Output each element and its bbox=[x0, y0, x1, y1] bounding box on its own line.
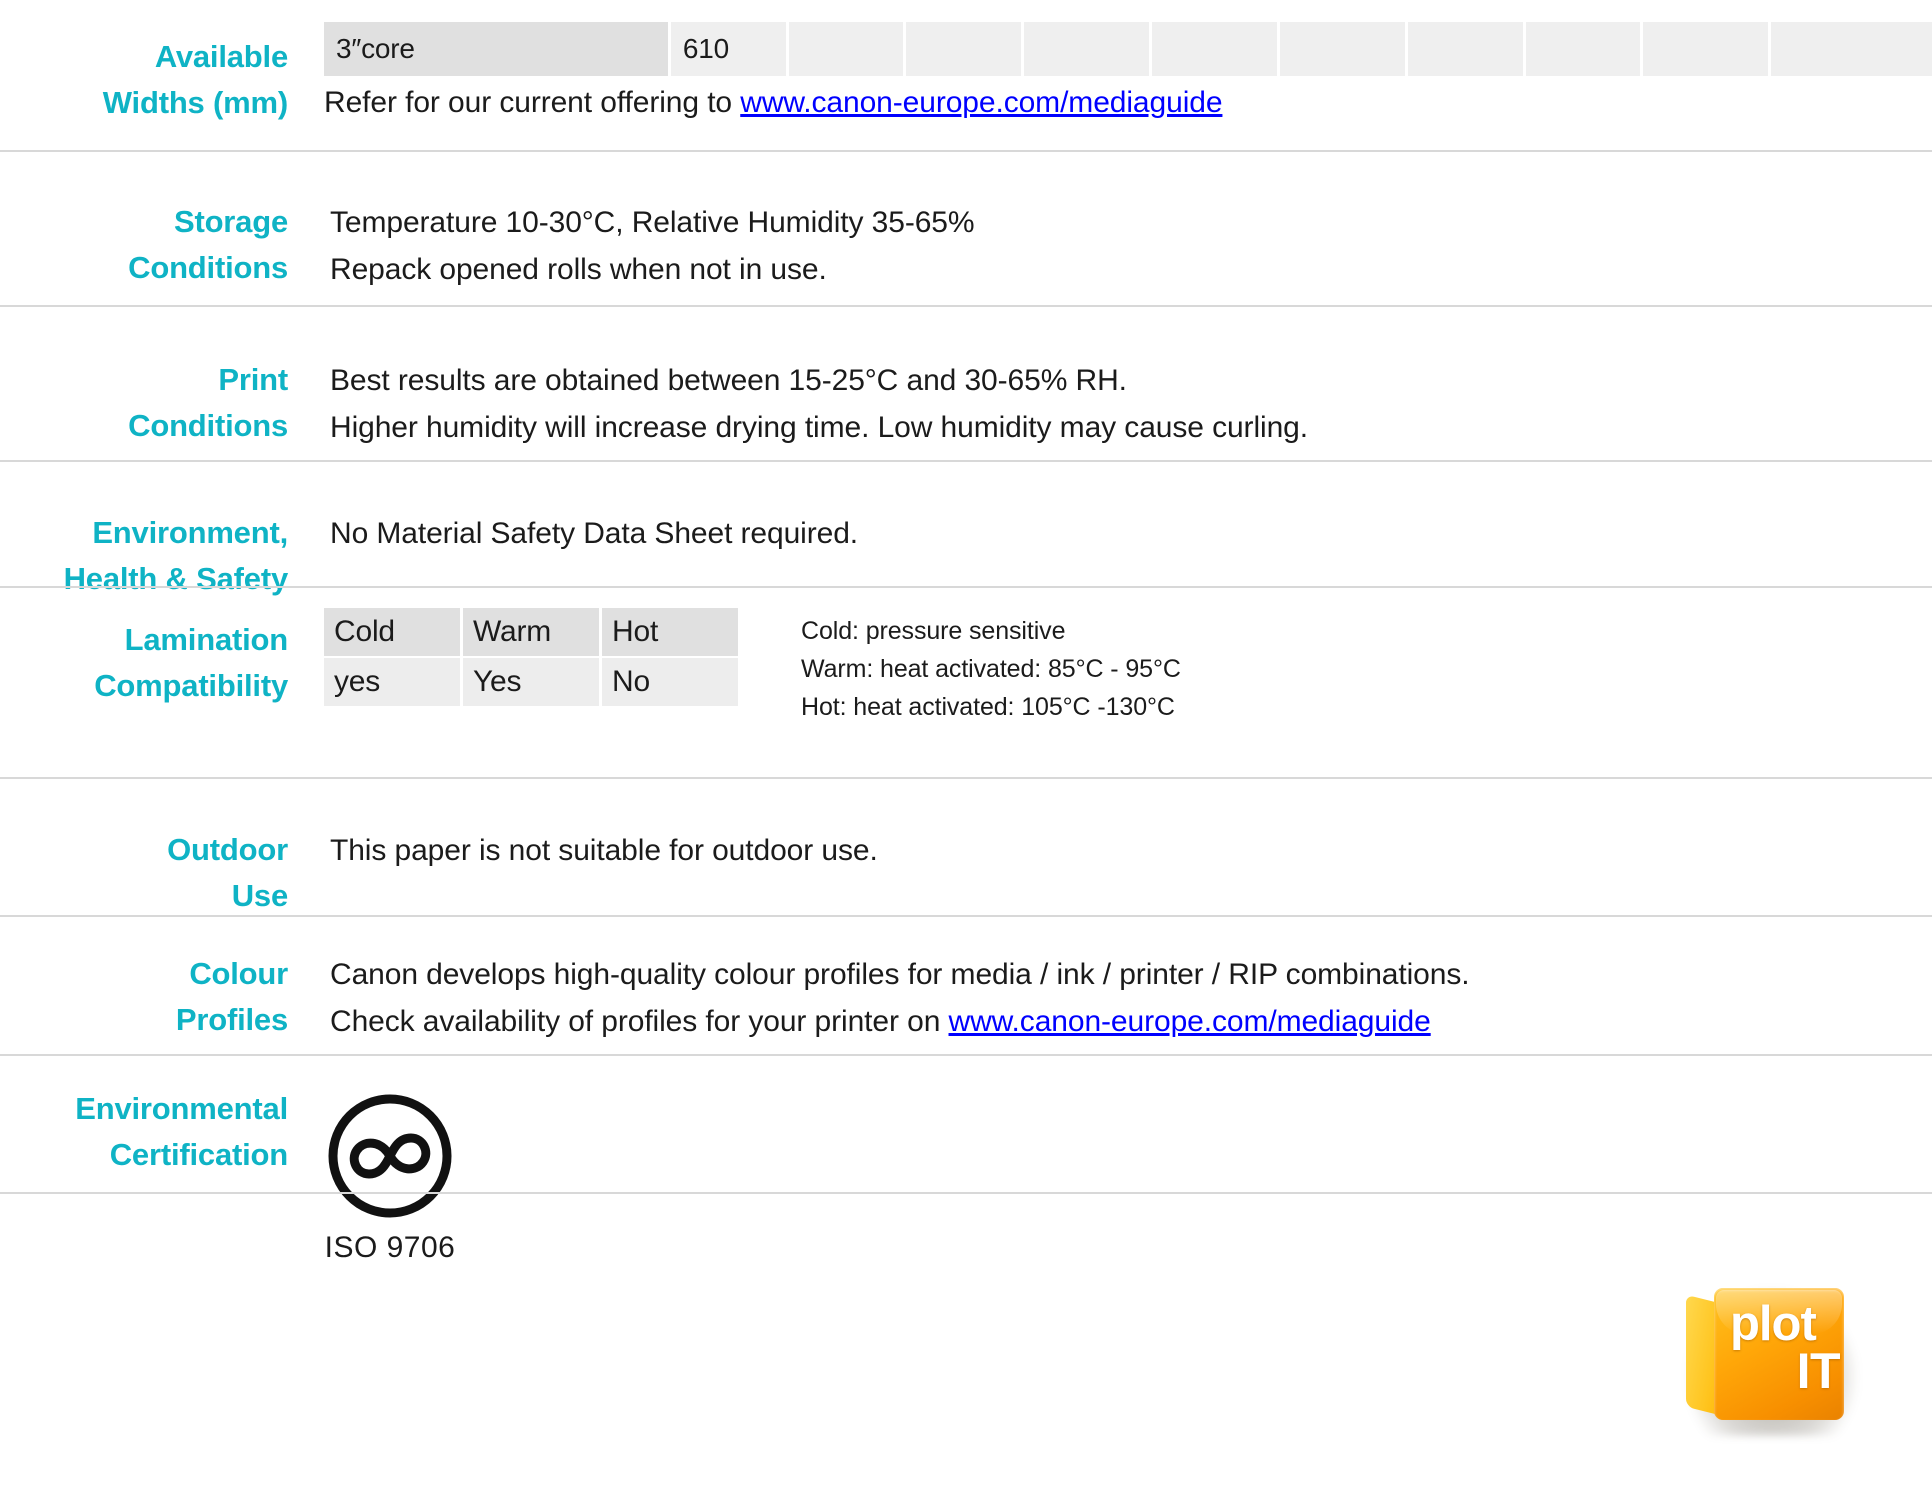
lam-header-hot: Hot bbox=[602, 608, 738, 656]
width-cell-2 bbox=[788, 22, 904, 76]
label-line-2: Certification bbox=[109, 1137, 288, 1172]
section-label-available-widths: Available Widths (mm) bbox=[0, 22, 288, 126]
section-lamination-compatibility: Lamination Compatibility Cold Warm Hot y… bbox=[0, 588, 1932, 779]
available-widths-note: Refer for our current offering to www.ca… bbox=[324, 79, 1932, 126]
label-line-1: Outdoor bbox=[167, 832, 288, 867]
table-header-row: Cold Warm Hot bbox=[324, 608, 738, 656]
logo-text-plot: plot bbox=[1730, 1297, 1817, 1351]
label-line-2: Use bbox=[231, 878, 288, 913]
label-line-2: Widths (mm) bbox=[102, 85, 288, 120]
section-label-storage-conditions: Storage Conditions bbox=[0, 199, 288, 291]
label-line-1: Print bbox=[218, 362, 288, 397]
mediaguide-link-widths[interactable]: www.canon-europe.com/mediaguide bbox=[740, 86, 1222, 119]
iso-caption: ISO 9706 bbox=[324, 1231, 456, 1264]
width-cell-9 bbox=[1643, 22, 1769, 76]
lam-header-cold: Cold bbox=[324, 608, 460, 656]
label-line-2: Compatibility bbox=[94, 668, 288, 703]
width-cell-3 bbox=[906, 22, 1021, 76]
lam-header-warm: Warm bbox=[463, 608, 599, 656]
section-storage-conditions: Storage Conditions Temperature 10-30°C, … bbox=[0, 152, 1932, 307]
section-content-storage-conditions: Temperature 10-30°C, Relative Humidity 3… bbox=[288, 199, 1932, 293]
media-specification-sheet: Available Widths (mm) 3″core 610 Refer f… bbox=[0, 0, 1932, 1503]
storage-line-1: Temperature 10-30°C, Relative Humidity 3… bbox=[330, 206, 975, 239]
colour-profiles-line-2: Check availability of profiles for your … bbox=[330, 998, 1932, 1045]
lam-value-hot: No bbox=[602, 658, 738, 706]
width-cell-7 bbox=[1407, 22, 1523, 76]
width-cell-1: 610 bbox=[670, 22, 786, 76]
section-outdoor-use: Outdoor Use This paper is not suitable f… bbox=[0, 779, 1932, 917]
section-environment-health-safety: Environment, Health & Safety No Material… bbox=[0, 462, 1932, 596]
logo-cube: plot IT bbox=[1680, 1278, 1856, 1430]
lamination-compatibility-table: Cold Warm Hot yes Yes No bbox=[321, 606, 741, 708]
section-colour-profiles: Colour Profiles Canon develops high-qual… bbox=[0, 917, 1932, 1056]
section-content-outdoor-use: This paper is not suitable for outdoor u… bbox=[288, 827, 1932, 874]
width-cell-4 bbox=[1023, 22, 1149, 76]
width-cell-10 bbox=[1771, 22, 1932, 76]
ehs-line-1: No Material Safety Data Sheet required. bbox=[330, 517, 859, 550]
label-line-1: Lamination bbox=[124, 622, 289, 657]
colour-profiles-line-1: Canon develops high-quality colour profi… bbox=[330, 958, 1470, 991]
label-line-2: Conditions bbox=[128, 250, 288, 285]
note-prefix-text: Refer for our current offering to bbox=[324, 86, 741, 119]
lam-value-cold: yes bbox=[324, 658, 460, 706]
label-line-2: Profiles bbox=[175, 1002, 288, 1037]
width-cell-8 bbox=[1525, 22, 1641, 76]
lamination-note-cold: Cold: pressure sensitive bbox=[801, 617, 1066, 645]
logo-text: plot IT bbox=[1726, 1297, 1844, 1399]
section-print-conditions: Print Conditions Best results are obtain… bbox=[0, 307, 1932, 462]
print-line-2: Higher humidity will increase drying tim… bbox=[330, 411, 1308, 444]
section-content-lamination-compatibility: Cold Warm Hot yes Yes No Cold: pressure … bbox=[288, 606, 1932, 726]
lam-value-warm: Yes bbox=[463, 658, 599, 706]
lamination-notes: Cold: pressure sensitive Warm: heat acti… bbox=[801, 606, 1181, 726]
section-content-environment-health-safety: No Material Safety Data Sheet required. bbox=[288, 510, 1932, 557]
logo-text-it: IT bbox=[1796, 1342, 1841, 1399]
label-line-2: Conditions bbox=[128, 408, 288, 443]
section-available-widths: Available Widths (mm) 3″core 610 Refer f… bbox=[0, 0, 1932, 152]
label-line-1: Environment, bbox=[92, 515, 288, 550]
label-line-1: Environmental bbox=[75, 1091, 288, 1126]
lamination-note-warm: Warm: heat activated: 85°C - 95°C bbox=[801, 655, 1181, 683]
section-label-print-conditions: Print Conditions bbox=[0, 357, 288, 449]
section-content-available-widths: 3″core 610 Refer for our current offerin… bbox=[288, 22, 1932, 126]
section-label-colour-profiles: Colour Profiles bbox=[0, 951, 288, 1043]
section-environmental-certification: Environmental Certification ISO 9706 bbox=[0, 1056, 1932, 1264]
section-content-print-conditions: Best results are obtained between 15-25°… bbox=[288, 357, 1932, 451]
colour-profiles-line-2-prefix: Check availability of profiles for your … bbox=[330, 1005, 949, 1038]
table-row: 3″core 610 bbox=[324, 22, 1932, 76]
section-content-environmental-certification: ISO 9706 bbox=[288, 1086, 1932, 1265]
section-content-colour-profiles: Canon develops high-quality colour profi… bbox=[288, 951, 1932, 1045]
iso-9706-mark: ISO 9706 bbox=[324, 1086, 456, 1265]
section-label-environmental-certification: Environmental Certification bbox=[0, 1086, 288, 1178]
permanent-paper-infinity-icon bbox=[328, 1094, 452, 1218]
label-line-1: Storage bbox=[173, 204, 288, 239]
outdoor-line-1: This paper is not suitable for outdoor u… bbox=[330, 834, 878, 867]
mediaguide-link-colour-profiles[interactable]: www.canon-europe.com/mediaguide bbox=[949, 1005, 1431, 1038]
section-label-lamination-compatibility: Lamination Compatibility bbox=[0, 606, 288, 709]
lamination-note-hot: Hot: heat activated: 105°C -130°C bbox=[801, 693, 1175, 721]
width-cell-5 bbox=[1151, 22, 1277, 76]
available-widths-table: 3″core 610 bbox=[321, 22, 1932, 76]
width-cell-6 bbox=[1279, 22, 1405, 76]
section-label-outdoor-use: Outdoor Use bbox=[0, 827, 288, 919]
width-cell-0: 3″core bbox=[324, 22, 668, 76]
table-row: yes Yes No bbox=[324, 658, 738, 706]
label-line-1: Colour bbox=[189, 956, 288, 991]
plotit-logo: plot IT bbox=[1680, 1278, 1862, 1436]
storage-line-2: Repack opened rolls when not in use. bbox=[330, 253, 827, 286]
label-line-1: Available bbox=[154, 39, 288, 74]
print-line-1: Best results are obtained between 15-25°… bbox=[330, 364, 1127, 397]
